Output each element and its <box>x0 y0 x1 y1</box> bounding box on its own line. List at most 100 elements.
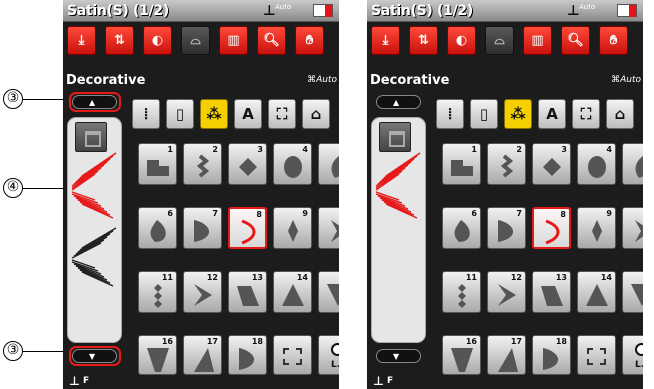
reverse-pattern-button[interactable]: ⇅ <box>105 26 134 55</box>
category-tab-3[interactable]: ⁂ <box>504 99 532 129</box>
stitch-tile[interactable]: 12 <box>487 271 526 313</box>
delete-button[interactable]: ▥ <box>219 26 248 55</box>
needle-position-icon <box>313 4 333 17</box>
stitch-tile[interactable]: 12 <box>183 271 222 313</box>
stitch-mode-button[interactable]: ⤓ <box>67 26 96 55</box>
scroll-down-button[interactable]: ▼ <box>376 349 421 363</box>
shirt-icon: ⌂ <box>310 105 322 123</box>
reverse-pattern-button[interactable]: ⇅ <box>409 26 438 55</box>
stitch-number: 14 <box>296 273 308 282</box>
scroll-up-button[interactable]: ▲ <box>72 95 117 109</box>
mirror-icon: ⇅ <box>418 33 429 48</box>
category-tab-6[interactable]: ⌂ <box>606 99 634 129</box>
settings-button[interactable]: ✋︎ <box>295 26 324 55</box>
custom-stitch-icon <box>283 348 302 365</box>
stitch-tile[interactable]: 3 <box>228 143 267 185</box>
stitch-number: 17 <box>510 337 522 346</box>
stitch-tile[interactable]: 14 <box>273 271 312 313</box>
category-heading: Decorative <box>370 73 450 88</box>
stitch-tile[interactable]: 6 <box>138 207 177 249</box>
stitch-tile[interactable]: 16 <box>442 335 481 375</box>
stitch-tile[interactable]: 5 <box>318 143 339 185</box>
edit-pattern-button[interactable] <box>379 122 411 152</box>
category-tab-3[interactable]: ⁂ <box>200 99 228 129</box>
arrow-up-icon: ▲ <box>89 98 96 107</box>
stitch-number: 11 <box>465 273 477 282</box>
auto-tension-indicator: ⌘Auto <box>307 75 337 85</box>
stitch-tile[interactable]: 11 <box>442 271 481 313</box>
stitch-number: 16 <box>465 337 477 346</box>
stitch-tile[interactable]: 13 <box>228 271 267 313</box>
long-stitch-label: L.S <box>635 360 643 370</box>
zoom-button[interactable]: 🔍︎ <box>561 26 590 55</box>
needle-plus-icon: ⤓ <box>382 33 389 48</box>
stitch-number: 3 <box>561 145 567 154</box>
stitch-tile[interactable] <box>577 335 616 375</box>
settings-button[interactable]: ✋︎ <box>599 26 628 55</box>
category-tab-2[interactable]: ▯ <box>470 99 498 129</box>
single-stitch-icon <box>635 343 643 356</box>
zoom-button[interactable]: 🔍︎ <box>257 26 286 55</box>
stitch-tile[interactable]: L.S <box>318 335 339 375</box>
stitch-tile[interactable]: 8 <box>532 207 571 249</box>
category-tab-2[interactable]: ▯ <box>166 99 194 129</box>
scroll-down-button[interactable]: ▼ <box>72 349 117 363</box>
stitch-number: 11 <box>161 273 173 282</box>
stitch-tile[interactable]: 14 <box>577 271 616 313</box>
twin-needle-button[interactable]: ◐ <box>447 26 476 55</box>
stitch-tile[interactable]: 4 <box>577 143 616 185</box>
twin-needle-button[interactable]: ◐ <box>143 26 172 55</box>
stitch-tile[interactable]: 1 <box>138 143 177 185</box>
stitch-tile[interactable]: 7 <box>487 207 526 249</box>
stitch-tile[interactable]: 18 <box>532 335 571 375</box>
stitch-tile[interactable]: 2 <box>487 143 526 185</box>
stitch-tile[interactable]: 10 <box>318 207 339 249</box>
stitch-tile[interactable]: L.S <box>622 335 643 375</box>
category-tab-4[interactable]: A <box>234 99 262 129</box>
stitch-tile[interactable]: 1 <box>442 143 481 185</box>
stitch-mode-button[interactable]: ⤓ <box>371 26 400 55</box>
stitch-tile[interactable]: 13 <box>532 271 571 313</box>
stitch-tile[interactable]: 6 <box>442 207 481 249</box>
memory-button[interactable]: ⌓ <box>181 26 210 55</box>
stitch-tile[interactable]: 9 <box>273 207 312 249</box>
stitch-tile[interactable]: 4 <box>273 143 312 185</box>
tension-icon: ⌘ <box>307 75 317 85</box>
category-tab-5[interactable]: ⛶ <box>572 99 600 129</box>
hand-icon: ✋︎ <box>609 33 618 48</box>
stitch-tile[interactable]: 17 <box>183 335 222 375</box>
stitch-tile[interactable]: 5 <box>622 143 643 185</box>
stitch-number: 8 <box>256 210 262 219</box>
memory-icon: ⌓ <box>190 33 201 48</box>
stitch-tile[interactable]: 17 <box>487 335 526 375</box>
stitch-tile[interactable]: 15 <box>622 271 643 313</box>
memory-button[interactable]: ⌓ <box>485 26 514 55</box>
stitch-tile[interactable] <box>273 335 312 375</box>
stitch-tile[interactable]: 10 <box>622 207 643 249</box>
stitch-tile[interactable]: 16 <box>138 335 177 375</box>
stitch-number: 12 <box>510 273 522 282</box>
category-tab-6[interactable]: ⌂ <box>302 99 330 129</box>
delete-button[interactable]: ▥ <box>523 26 552 55</box>
stitch-tile[interactable]: 18 <box>228 335 267 375</box>
category-tab-4[interactable]: A <box>538 99 566 129</box>
status-bar: Satin(S) (1/2) ⊥ Auto <box>367 0 643 22</box>
stitch-tile[interactable]: 2 <box>183 143 222 185</box>
category-tab-1[interactable]: ⦙ <box>132 99 160 129</box>
edit-pattern-button[interactable] <box>75 122 107 152</box>
stitch-tile[interactable]: 3 <box>532 143 571 185</box>
stitch-number: 13 <box>555 273 567 282</box>
shirt-icon: ⌂ <box>614 105 626 123</box>
presser-foot-small-icon: ⊥ <box>373 374 384 388</box>
stitch-tile[interactable]: 8 <box>228 207 267 249</box>
foot-auto-label: Auto <box>579 3 596 11</box>
stitch-tile[interactable]: 9 <box>577 207 616 249</box>
presser-foot-icon: ⊥ <box>567 3 580 19</box>
category-tab-1[interactable]: ⦙ <box>436 99 464 129</box>
magnifier-icon: 🔍︎ <box>567 33 584 48</box>
category-tab-5[interactable]: ⛶ <box>268 99 296 129</box>
scroll-up-button[interactable]: ▲ <box>376 95 421 109</box>
stitch-tile[interactable]: 7 <box>183 207 222 249</box>
stitch-tile[interactable]: 11 <box>138 271 177 313</box>
stitch-tile[interactable]: 15 <box>318 271 339 313</box>
